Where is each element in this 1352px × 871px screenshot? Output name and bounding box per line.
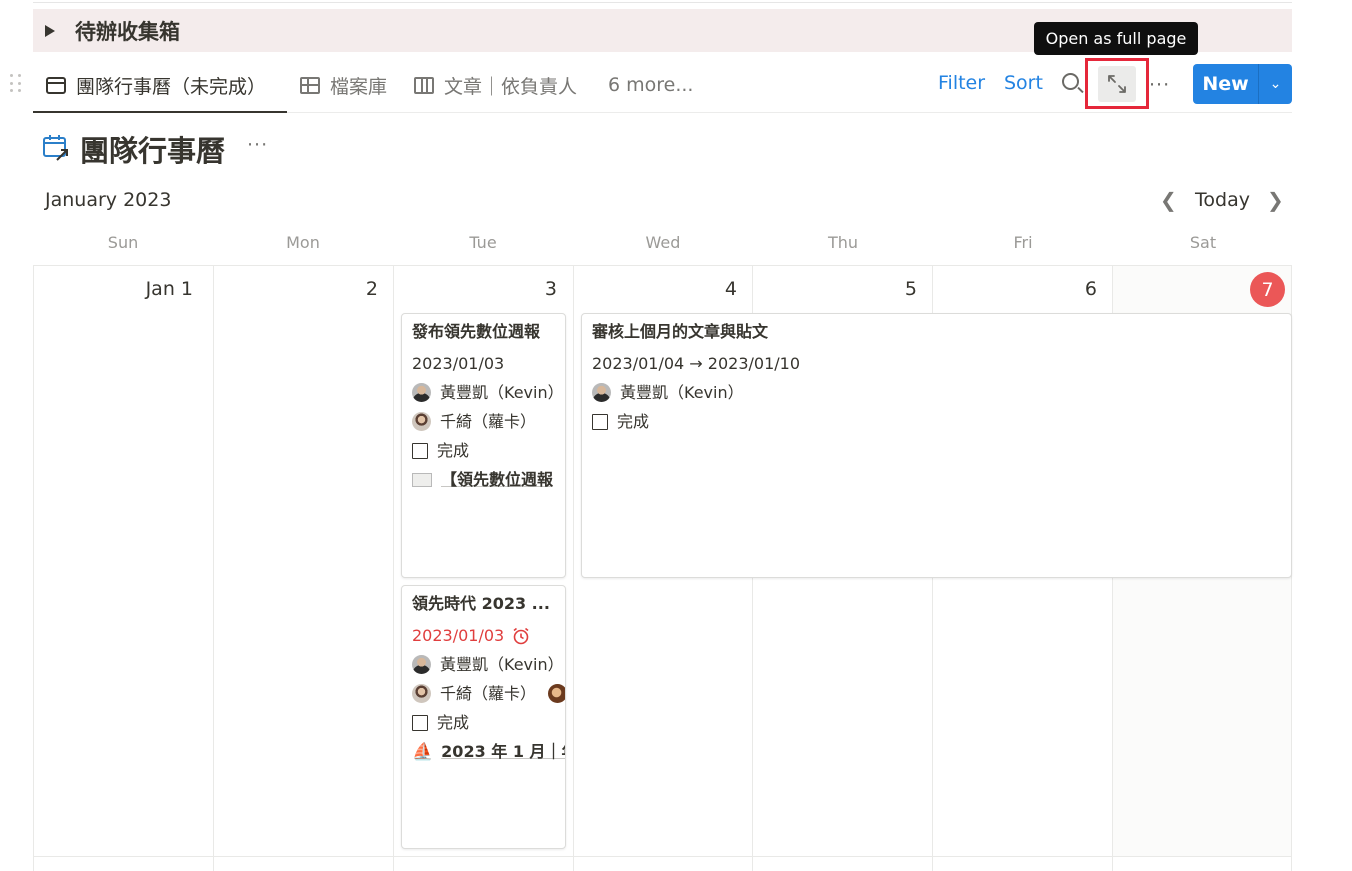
done-checkbox[interactable] [412, 714, 428, 731]
month-label: January 2023 [45, 189, 172, 211]
new-button-group: New ⌄ [1193, 64, 1292, 104]
grid-line [573, 265, 574, 871]
database-more-button[interactable]: ··· [247, 134, 268, 156]
person-name: 黃豐凱（Kevin） [440, 654, 564, 674]
checkbox-label: 完成 [617, 411, 650, 431]
weekday-header: Thu [827, 233, 859, 252]
relation-link[interactable]: 【領先數位週報 [441, 469, 553, 491]
table-icon [300, 76, 320, 94]
tab-label: 6 more... [608, 74, 694, 96]
tab-archive[interactable]: 檔案庫 [300, 57, 387, 113]
day-number: 3 [544, 278, 557, 300]
weekday-header: Sun [107, 233, 139, 252]
event-title: 審核上個月的文章與貼文 [592, 322, 769, 341]
tab-label: 文章｜依負責人 [444, 75, 578, 98]
event-date: 2023/01/03 [412, 625, 505, 645]
relation-link[interactable]: 2023 年 1 月｜年 [441, 741, 565, 763]
calendar-link-icon [43, 135, 68, 161]
event-card[interactable]: 發布領先數位週報 2023/01/03 黃豐凱（Kevin） 千綺（蘿卡） 完成… [401, 313, 566, 578]
person-name: 千綺（蘿卡） [440, 683, 537, 703]
tab-label: 團隊行事曆（未完成） [76, 75, 267, 98]
sort-button[interactable]: Sort [1004, 72, 1043, 94]
avatar [412, 684, 431, 703]
avatar [412, 655, 431, 674]
day-number: 4 [724, 278, 737, 300]
toggle-triangle-icon[interactable] [45, 24, 55, 37]
today-button[interactable]: Today [1195, 189, 1250, 211]
person-name: 黃豐凱（Kevin） [440, 382, 564, 402]
avatar [592, 383, 611, 402]
more-options-button[interactable]: ··· [1149, 74, 1170, 96]
search-icon[interactable] [1062, 73, 1079, 90]
tab-team-calendar[interactable]: 團隊行事曆（未完成） [46, 57, 266, 113]
day-number: 6 [1084, 278, 1097, 300]
sailboat-icon: ⛵ [412, 741, 434, 762]
event-title: 領先時代 2023 ... [412, 594, 550, 613]
highlight-box [1085, 58, 1149, 109]
active-tab-underline [33, 111, 287, 113]
day-number: 2 [365, 278, 378, 300]
new-button[interactable]: New [1193, 64, 1259, 104]
event-title: 發布領先數位週報 [412, 322, 541, 341]
done-checkbox[interactable] [592, 413, 608, 430]
tab-articles-by-owner[interactable]: 文章｜依負責人 [414, 57, 577, 113]
day-number: Jan 1 [145, 278, 193, 300]
tab-more-views[interactable]: 6 more... [608, 57, 693, 113]
board-icon [414, 76, 434, 94]
database-title[interactable]: 團隊行事曆 [80, 128, 225, 170]
avatar [548, 684, 565, 703]
event-card[interactable]: 領先時代 2023 ... 2023/01/03 黃豐凱（Kevin） 千綺（蘿… [401, 585, 566, 849]
avatar [412, 383, 431, 402]
week-divider [33, 856, 1292, 857]
avatar [412, 412, 431, 431]
checkbox-label: 完成 [437, 440, 470, 460]
chevron-right-icon[interactable]: ❯ [1267, 188, 1284, 212]
today-badge: 7 [1250, 272, 1285, 307]
day-number: 5 [904, 278, 917, 300]
alarm-clock-icon [513, 627, 529, 644]
drag-handle-icon[interactable] [10, 74, 22, 94]
event-card[interactable]: 審核上個月的文章與貼文 2023/01/04 → 2023/01/10 黃豐凱（… [581, 313, 1292, 578]
event-date: 2023/01/04 → 2023/01/10 [592, 353, 801, 373]
filter-button[interactable]: Filter [938, 72, 985, 94]
weekday-header: Sat [1189, 233, 1217, 252]
event-date: 2023/01/03 [412, 353, 505, 373]
grid-line [213, 265, 214, 871]
grid-line [393, 265, 394, 871]
tooltip: Open as full page [1034, 22, 1198, 55]
weekday-header: Mon [286, 233, 320, 252]
toggle-label: 待辦收集箱 [75, 19, 180, 44]
envelope-icon [412, 472, 432, 487]
calendar-icon [46, 76, 66, 94]
done-checkbox[interactable] [412, 442, 428, 459]
weekday-header: Wed [645, 233, 681, 252]
tab-label: 檔案庫 [330, 75, 388, 98]
person-name: 黃豐凱（Kevin） [620, 382, 744, 402]
weekday-header: Fri [1013, 233, 1033, 252]
chevron-down-icon[interactable]: ⌄ [1259, 64, 1292, 104]
person-name: 千綺（蘿卡） [440, 411, 537, 431]
top-divider [33, 0, 1292, 3]
checkbox-label: 完成 [437, 712, 470, 732]
chevron-left-icon[interactable]: ❮ [1160, 188, 1177, 212]
weekday-header: Tue [469, 233, 497, 252]
